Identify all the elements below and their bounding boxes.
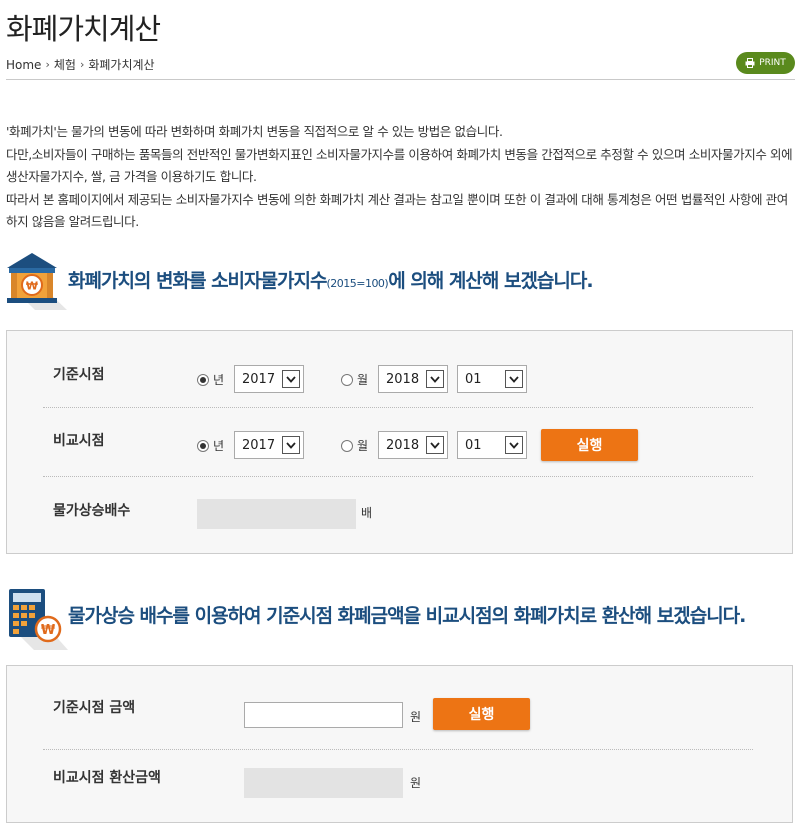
svg-text:₩: ₩	[41, 623, 56, 638]
conversion-panel: 기준시점 금액 원 실행 비교시점 환산금액 원	[6, 665, 793, 823]
base-month-radio[interactable]: 월	[341, 371, 368, 388]
svg-text:₩: ₩	[26, 280, 38, 293]
row-divider	[43, 749, 753, 750]
section1-title: 화폐가치의 변화를 소비자물가지수 (2015=100) 에 의해 계산해 보겠습니…	[68, 270, 594, 292]
calculator-coin-icon: ₩	[9, 589, 68, 650]
run-cpi-button[interactable]: 실행	[541, 429, 638, 461]
compare-month-radio[interactable]: 월	[341, 437, 368, 454]
base-amount-input[interactable]	[244, 702, 403, 728]
converted-amount-output	[244, 768, 403, 798]
breadcrumb: Home › 체험 › 화폐가치계산	[6, 56, 155, 73]
chevron-right-icon: ›	[45, 58, 50, 71]
converted-amount-unit: 원	[410, 776, 422, 790]
bank-coin-icon: ₩	[7, 253, 67, 310]
notice-line: 다만,소비자들이 구매하는 품목들의 전반적인 물가변화지표인 소비자물가지수를…	[6, 146, 793, 185]
inflation-multiple-label: 물가상승배수	[53, 503, 131, 519]
notice-text: '화폐가치'는 물가의 변동에 따라 변화하며 화폐가치 변동을 직접적으로 알…	[6, 121, 798, 234]
breadcrumb-home[interactable]: Home	[6, 58, 41, 72]
cpi-calc-panel: 기준시점 년 2017 월 2018 01 비교시점 년 2017 월 2018…	[6, 330, 793, 554]
row-divider	[43, 476, 753, 477]
radio-selected-dot	[200, 376, 206, 383]
multiple-unit: 배	[361, 506, 373, 520]
base-period-label: 기준시점	[53, 367, 105, 383]
compare-month-year-select[interactable]: 2018	[378, 431, 448, 459]
radio-selected-dot	[200, 442, 206, 449]
chevron-down-icon	[505, 436, 523, 454]
base-month-select[interactable]: 01	[457, 365, 527, 393]
breadcrumb-experience[interactable]: 체험	[54, 56, 76, 73]
converted-amount-label: 비교시점 환산금액	[53, 770, 161, 786]
page-title: 화폐가치계산	[6, 12, 161, 46]
base-amount-unit: 원	[410, 710, 422, 724]
base-month-year-select[interactable]: 2018	[378, 365, 448, 393]
base-year-radio[interactable]: 년	[197, 371, 224, 388]
base-year-select[interactable]: 2017	[234, 365, 304, 393]
chevron-down-icon	[505, 370, 523, 388]
notice-line: 따라서 본 홈페이지에서 제공되는 소비자물가지수 변동에 의한 화폐가치 계산…	[6, 191, 788, 230]
compare-year-select[interactable]: 2017	[234, 431, 304, 459]
chevron-down-icon	[282, 436, 300, 454]
section2-title: 물가상승 배수를 이용하여 기준시점 화폐금액을 비교시점의 화폐가치로 환산해…	[68, 605, 746, 627]
compare-month-select[interactable]: 01	[457, 431, 527, 459]
printer-icon	[745, 58, 755, 68]
header-divider	[6, 79, 795, 80]
chevron-right-icon: ›	[79, 58, 85, 71]
breadcrumb-current: 화폐가치계산	[88, 58, 155, 72]
print-button[interactable]: PRINT	[736, 52, 795, 74]
notice-line: '화폐가치'는 물가의 변동에 따라 변화하며 화폐가치 변동을 직접적으로 알…	[6, 124, 503, 139]
chevron-down-icon	[426, 370, 444, 388]
row-divider	[43, 407, 753, 408]
compare-period-label: 비교시점	[53, 433, 105, 449]
chevron-down-icon	[282, 370, 300, 388]
inflation-multiple-output	[197, 499, 356, 529]
base-amount-label: 기준시점 금액	[53, 700, 136, 716]
run-conversion-button[interactable]: 실행	[433, 698, 530, 730]
compare-year-radio[interactable]: 년	[197, 437, 224, 454]
print-label: PRINT	[759, 58, 786, 68]
chevron-down-icon	[426, 436, 444, 454]
